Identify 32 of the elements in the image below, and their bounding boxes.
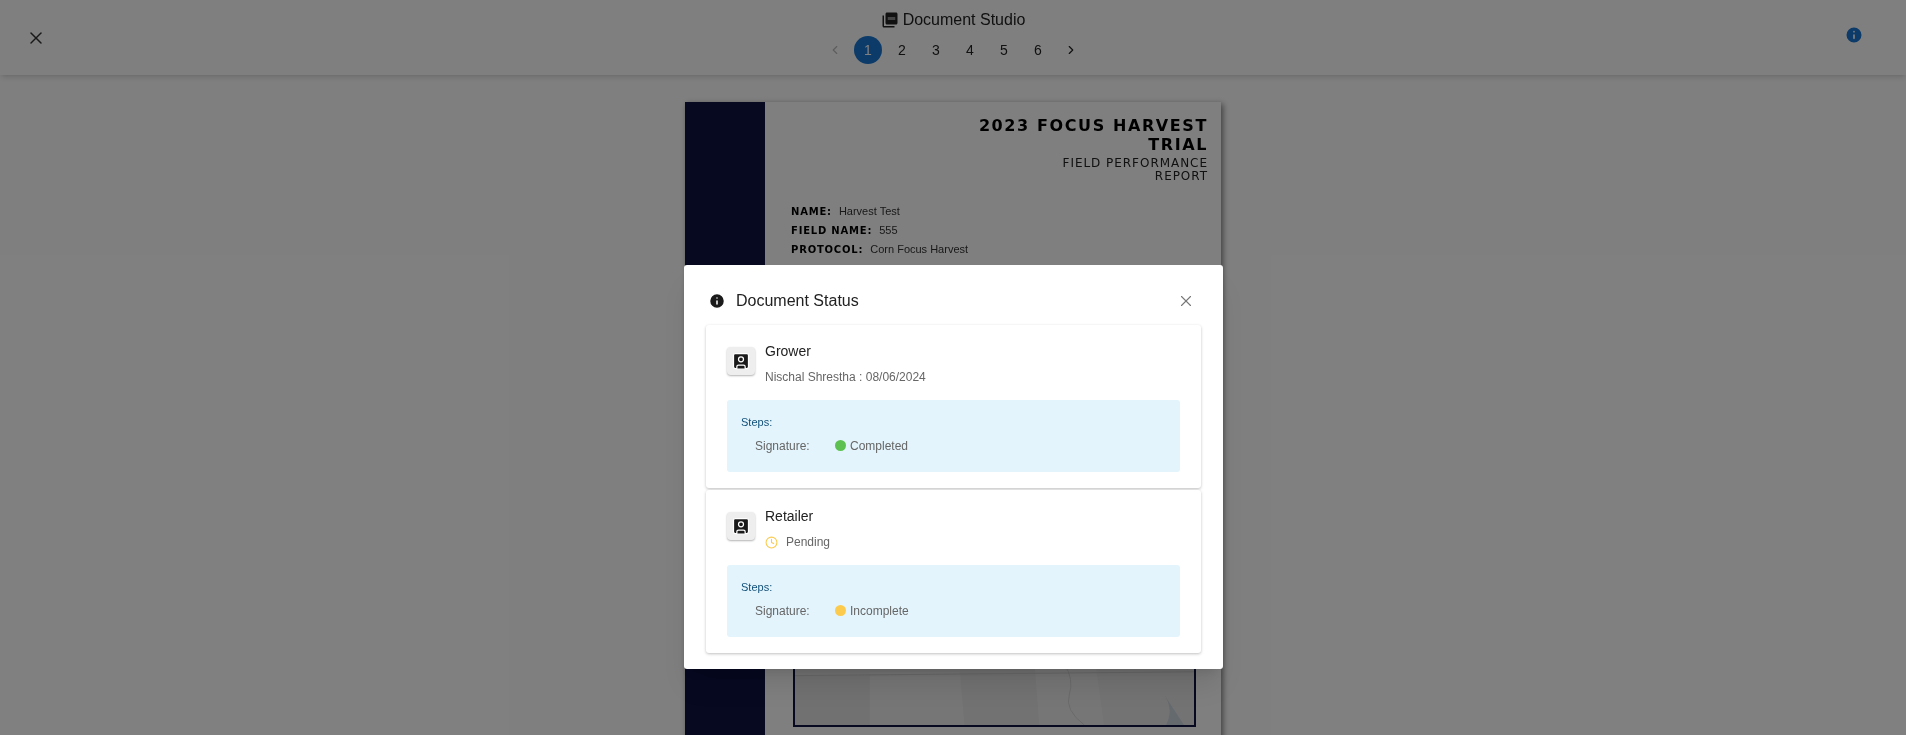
steps-heading: Steps: bbox=[741, 580, 774, 595]
steps-heading: Steps: bbox=[741, 415, 774, 430]
person-icon bbox=[727, 347, 755, 375]
field-value: 555 bbox=[879, 223, 898, 238]
field-label: FIELD NAME: bbox=[791, 224, 873, 238]
field-value: Corn Focus Harvest bbox=[870, 242, 969, 257]
page-button[interactable]: 3 bbox=[922, 36, 950, 64]
pdf-icon bbox=[880, 11, 899, 29]
step-status: Completed bbox=[850, 437, 909, 455]
report-subtitle: FIELD PERFORMANCE REPORT bbox=[1061, 157, 1208, 183]
page-button[interactable]: 2 bbox=[888, 36, 916, 64]
page-button[interactable]: 6 bbox=[1024, 36, 1052, 64]
party-role: Retailer bbox=[765, 507, 815, 526]
report-title: 2023 FOCUS HARVEST TRIAL bbox=[977, 116, 1208, 154]
step-name: Signature: bbox=[755, 437, 811, 455]
page-button[interactable]: 4 bbox=[956, 36, 984, 64]
info-icon bbox=[708, 292, 726, 310]
page-button[interactable]: 1 bbox=[854, 36, 882, 64]
step-status: Incomplete bbox=[850, 602, 909, 620]
info-button[interactable] bbox=[1844, 25, 1864, 45]
app-title: Document Studio bbox=[902, 10, 1026, 30]
dialog-title: Document Status bbox=[736, 291, 859, 311]
field-label: PROTOCOL: bbox=[791, 243, 864, 257]
party-role: Grower bbox=[765, 342, 812, 361]
field-label: NAME: bbox=[791, 205, 832, 219]
clock-icon bbox=[765, 535, 778, 549]
step-name: Signature: bbox=[755, 602, 811, 620]
person-icon bbox=[727, 512, 755, 540]
field-value: Harvest Test bbox=[838, 204, 900, 219]
page-button[interactable]: 5 bbox=[990, 36, 1018, 64]
party-status: Pending bbox=[786, 534, 831, 551]
party-detail: Nischal Shrestha : 08/06/2024 bbox=[765, 369, 926, 386]
